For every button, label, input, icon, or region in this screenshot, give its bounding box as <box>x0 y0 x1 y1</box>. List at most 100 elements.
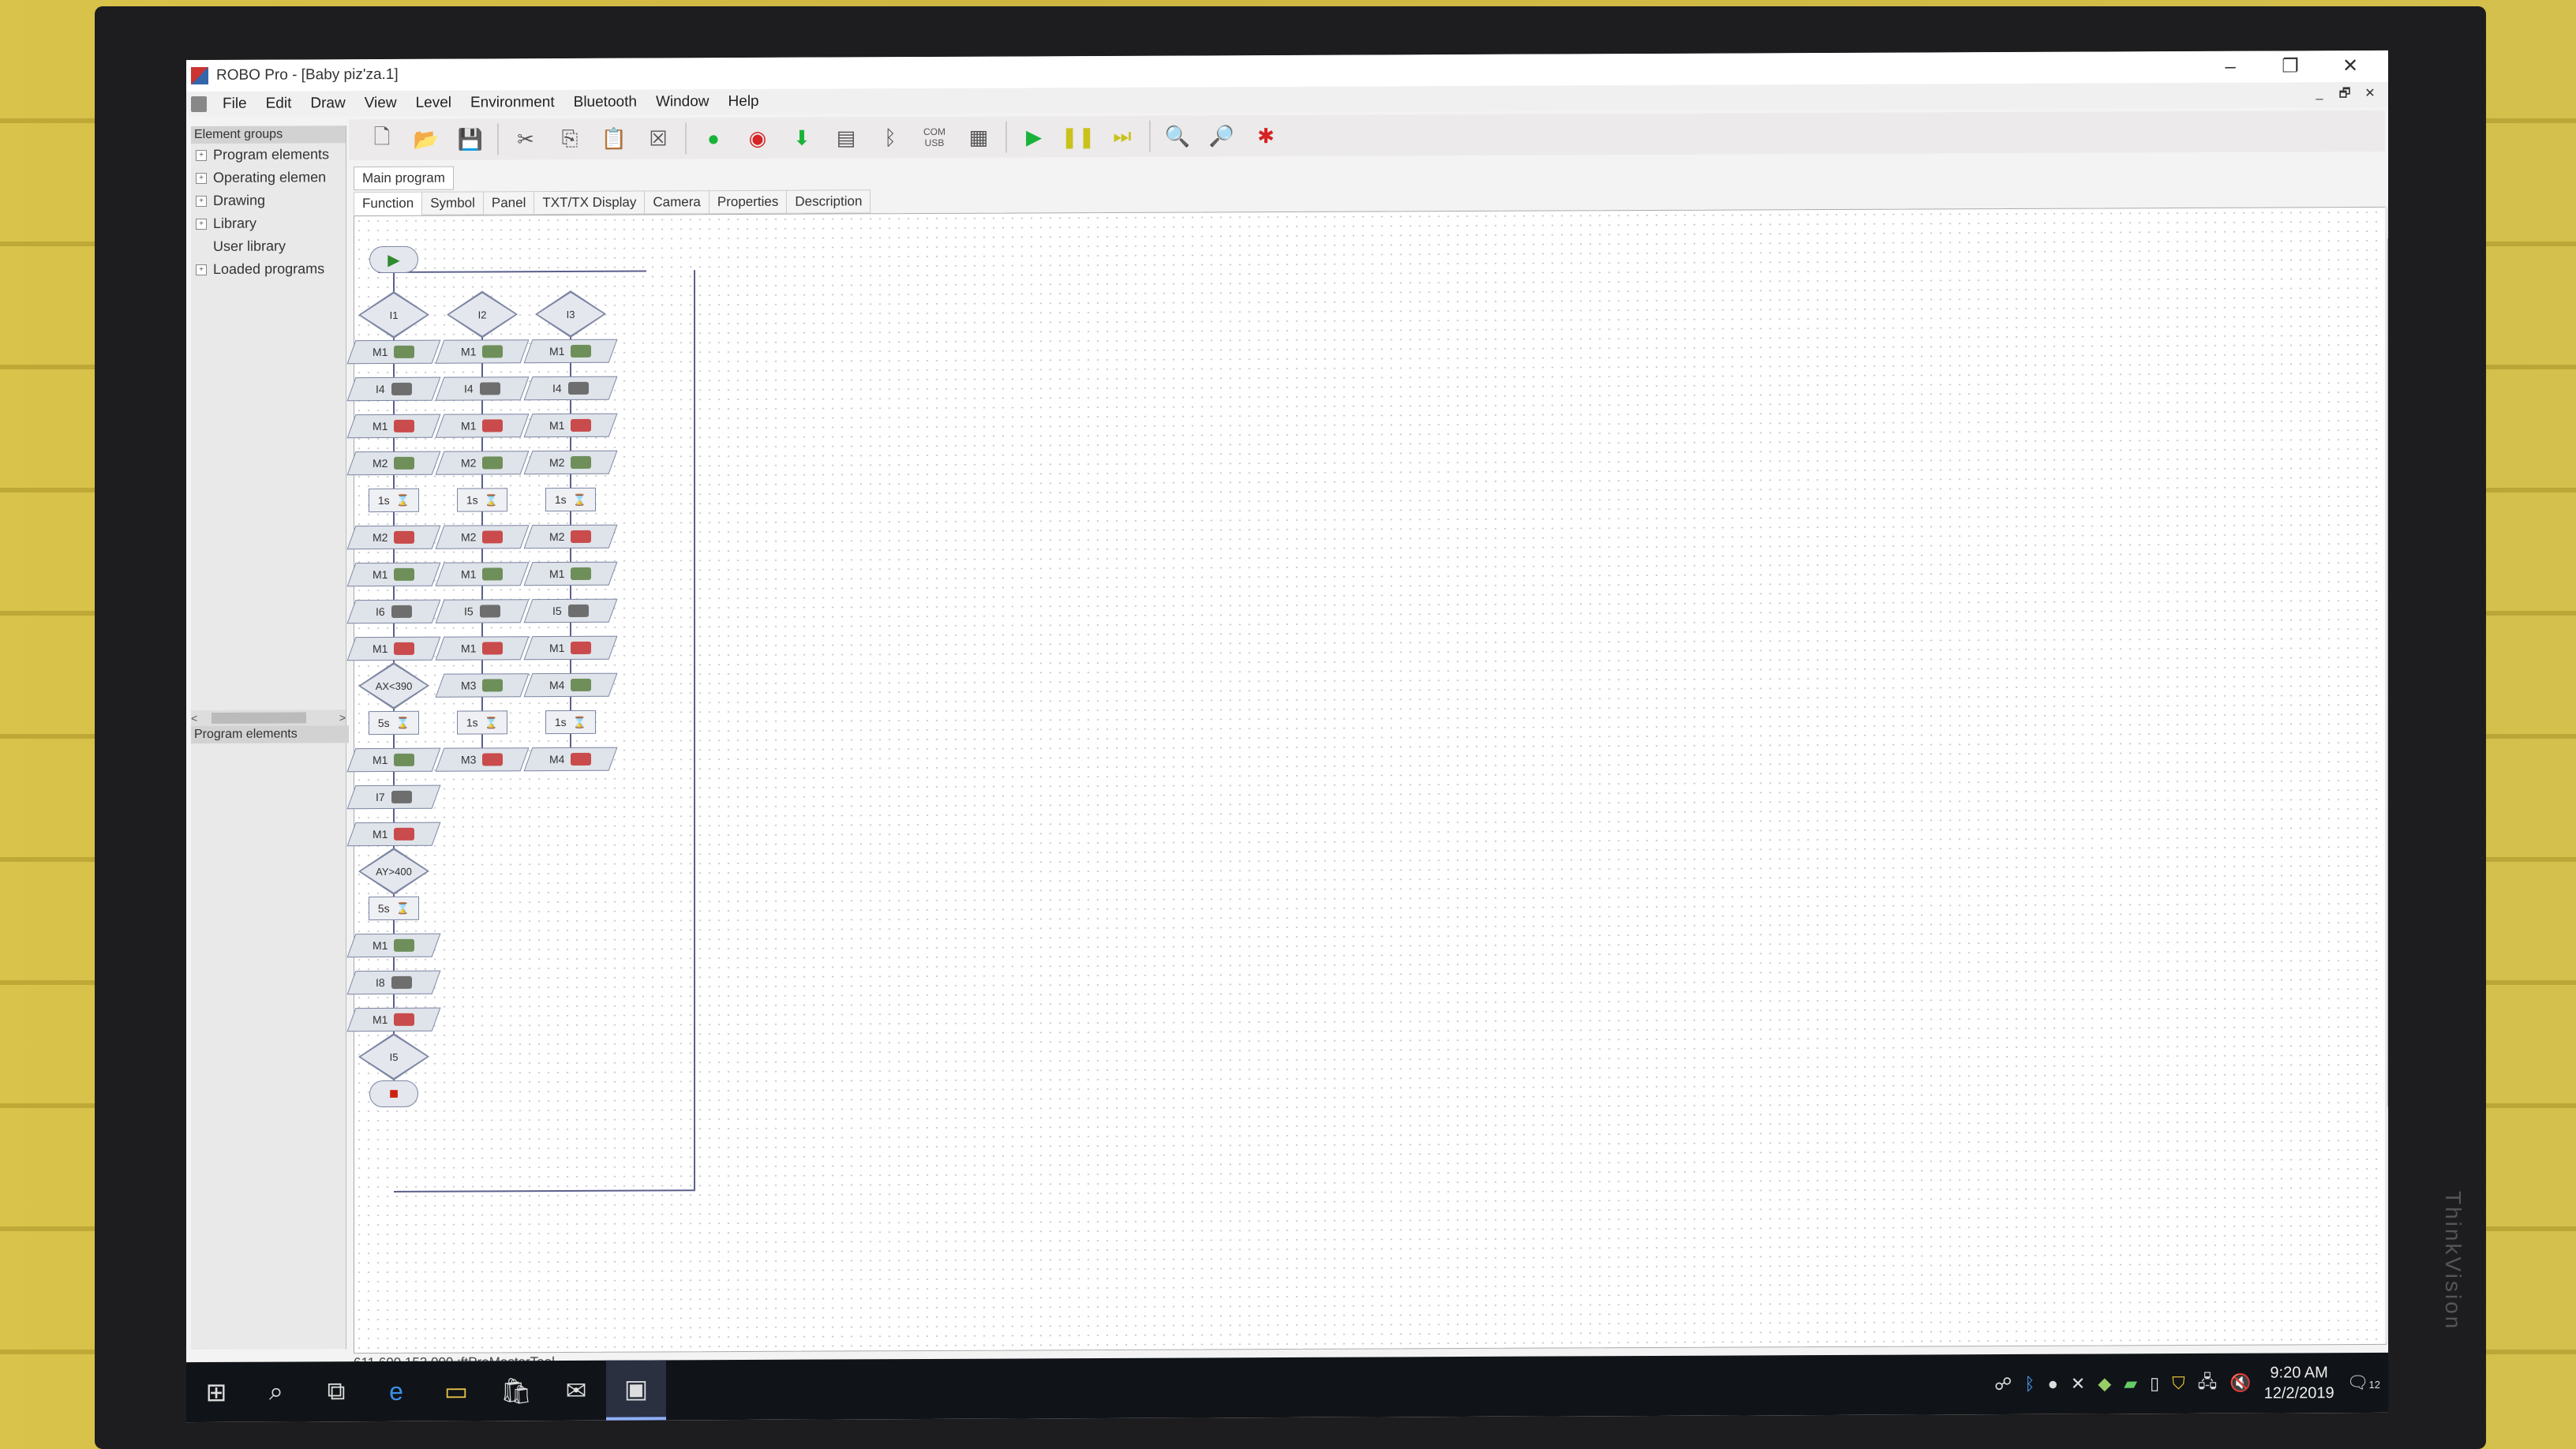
flow-wait-block[interactable]: 5s ⌛ <box>369 710 419 736</box>
flow-motor-block[interactable]: M1 <box>523 413 618 438</box>
task-view-icon[interactable]: ⧉ <box>306 1361 366 1421</box>
tab-symbol[interactable]: Symbol <box>421 191 484 215</box>
scroll-right-icon[interactable]: > <box>339 711 346 724</box>
flow-motor-block[interactable]: M1 <box>523 635 618 661</box>
start-icon[interactable]: ● <box>696 121 731 155</box>
menu-window[interactable]: Window <box>646 93 719 110</box>
expand-icon[interactable]: + <box>196 149 207 161</box>
menu-help[interactable]: Help <box>719 93 769 110</box>
menu-environment[interactable]: Environment <box>461 94 564 112</box>
flow-branch-block[interactable]: I1 <box>358 291 429 339</box>
clock[interactable]: 9:20 AM 12/2/2019 <box>2264 1362 2334 1403</box>
windows-start-icon[interactable]: ⊞ <box>186 1362 246 1422</box>
download-icon[interactable]: ⬇ <box>784 121 819 155</box>
zoom-in-icon[interactable]: 🔎 <box>1204 118 1239 153</box>
flow-wait-block[interactable]: 1s ⌛ <box>369 488 419 513</box>
tree-item-user-library[interactable]: User library <box>191 234 346 258</box>
tray-app-icon[interactable]: ▰ <box>2124 1373 2137 1394</box>
scroll-thumb[interactable] <box>2387 238 2388 1106</box>
flow-motor-block[interactable]: M4 <box>523 672 618 698</box>
usb-icon[interactable]: ▯ <box>2150 1373 2159 1394</box>
maximize-button[interactable]: ❐ <box>2260 51 2320 82</box>
tray-app-icon[interactable]: ◆ <box>2098 1373 2111 1394</box>
open-icon[interactable]: 📂 <box>409 122 444 157</box>
flow-motor-block[interactable]: I4 <box>435 376 530 401</box>
flow-motor-block[interactable]: M2 <box>435 525 530 549</box>
flow-motor-block[interactable]: M1 <box>346 636 441 661</box>
paste-icon[interactable]: 📋 <box>597 122 631 156</box>
flow-motor-block[interactable]: M1 <box>346 822 441 847</box>
flow-motor-block[interactable]: M1 <box>346 562 441 587</box>
tab-properties[interactable]: Properties <box>708 189 788 215</box>
menu-edit[interactable]: Edit <box>256 95 301 112</box>
flow-motor-block[interactable]: M1 <box>435 636 530 661</box>
delete-icon[interactable]: ☒ <box>641 121 676 155</box>
tab-txt-tx-display[interactable]: TXT/TX Display <box>534 190 646 215</box>
tab-main-program[interactable]: Main program <box>354 166 454 191</box>
flow-branch-block[interactable]: AY>400 <box>358 848 429 895</box>
flow-motor-block[interactable]: M1 <box>346 933 441 958</box>
flow-wait-block[interactable]: 1s ⌛ <box>457 710 507 735</box>
flow-motor-block[interactable]: M1 <box>346 339 441 365</box>
flow-branch-block[interactable]: I3 <box>535 290 606 338</box>
flow-motor-block[interactable]: I4 <box>346 376 441 402</box>
security-icon[interactable]: ⛉ <box>2172 1373 2185 1394</box>
tray-app-icon[interactable]: ● <box>2047 1374 2057 1395</box>
flow-motor-block[interactable]: M1 <box>435 562 530 586</box>
tree-item-library[interactable]: + Library <box>191 212 346 235</box>
robopro-taskbar-icon[interactable]: ▣ <box>606 1360 666 1421</box>
people-icon[interactable]: ☍ <box>1994 1374 2012 1395</box>
menu-level[interactable]: Level <box>406 95 461 112</box>
mail-icon[interactable]: ✉ <box>546 1361 606 1421</box>
bluetooth-icon[interactable]: ᛒ <box>873 120 908 155</box>
flow-motor-block[interactable]: M1 <box>346 747 441 773</box>
search-icon[interactable]: ⌕ <box>246 1361 306 1421</box>
expand-icon[interactable]: + <box>196 195 207 207</box>
program-canvas[interactable]: ▶ I1 M1 I4 M1 M2 1s ⌛ M2 M1 I6 M1 AX<390 5s ⌛ M1 I7 M1 AY>… <box>346 206 2387 1354</box>
flow-motor-block[interactable]: M2 <box>523 524 618 549</box>
file-explorer-icon[interactable]: ▭ <box>426 1361 486 1421</box>
flow-branch-block[interactable]: I2 <box>447 290 518 338</box>
window-icon[interactable]: ▦ <box>961 120 996 155</box>
flow-motor-block[interactable]: M1 <box>346 1007 441 1032</box>
expand-icon[interactable]: + <box>196 264 207 275</box>
flow-motor-block[interactable]: I8 <box>346 970 441 995</box>
mdi-restore-button[interactable]: 🗗 <box>2334 85 2355 103</box>
new-icon[interactable]: 🗋 <box>365 122 399 157</box>
flow-wait-block[interactable]: 5s ⌛ <box>369 896 419 921</box>
tree-item-operating-elements[interactable]: + Operating elemen <box>191 166 346 189</box>
save-icon[interactable]: 💾 <box>453 122 488 156</box>
scroll-thumb[interactable] <box>212 712 306 724</box>
edge-icon[interactable]: e <box>366 1361 426 1421</box>
left-panel-scrollbar[interactable]: < > <box>191 710 346 727</box>
flow-motor-block[interactable]: M1 <box>435 339 530 364</box>
debug-icon[interactable]: ✱ <box>1249 118 1283 153</box>
expand-icon[interactable]: + <box>196 218 207 230</box>
document-icon[interactable] <box>191 95 207 113</box>
canvas-vertical-scrollbar[interactable] <box>2385 206 2388 1343</box>
copy-icon[interactable]: ⎘ <box>552 122 587 156</box>
play-icon[interactable]: ▶ <box>1017 119 1051 154</box>
flow-wait-block[interactable]: 1s ⌛ <box>457 488 507 512</box>
close-button[interactable]: ✕ <box>2320 51 2380 82</box>
cut-icon[interactable]: ✂ <box>508 122 543 156</box>
flow-motor-block[interactable]: M1 <box>435 414 530 438</box>
store-icon[interactable]: 🛍 <box>486 1361 546 1421</box>
menu-bluetooth[interactable]: Bluetooth <box>564 94 646 111</box>
flow-wait-block[interactable]: 1s ⌛ <box>545 487 596 512</box>
flow-motor-block[interactable]: I7 <box>346 784 441 810</box>
flow-motor-block[interactable]: I5 <box>523 598 618 623</box>
flow-motor-block[interactable]: M3 <box>435 673 530 698</box>
menu-file[interactable]: File <box>213 95 256 113</box>
flow-motor-block[interactable]: M1 <box>523 339 618 364</box>
robo-interface-icon[interactable]: ▤ <box>829 120 863 155</box>
flow-motor-block[interactable]: I4 <box>523 376 618 401</box>
tab-description[interactable]: Description <box>786 189 871 214</box>
flow-branch-block[interactable]: AX<390 <box>358 662 429 710</box>
tree-item-loaded-programs[interactable]: + Loaded programs <box>191 257 346 281</box>
flow-motor-block[interactable]: M2 <box>346 525 441 550</box>
menu-view[interactable]: View <box>355 95 406 112</box>
expand-icon[interactable]: + <box>196 172 207 184</box>
network-icon[interactable]: 🖧 <box>2198 1368 2218 1398</box>
step-icon[interactable]: ⏭ <box>1105 119 1140 154</box>
